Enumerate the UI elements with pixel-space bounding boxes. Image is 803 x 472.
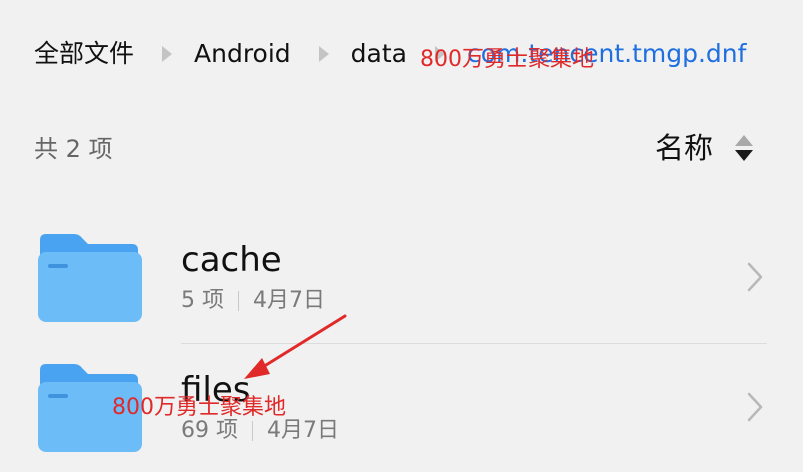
file-meta: 69 项 4月7日 [181, 416, 339, 446]
breadcrumb-data[interactable]: data [351, 34, 407, 74]
breadcrumb: 全部文件 Android data com.tencent.tmgp.dnf [34, 34, 783, 74]
sort-button[interactable]: 名称 [655, 128, 753, 168]
file-item-count: 5 项 [181, 288, 224, 313]
breadcrumb-separator-icon [318, 46, 329, 62]
list-item[interactable]: files 69 项 4月7日 [0, 346, 803, 472]
row-divider [181, 343, 767, 344]
file-name: files [181, 370, 251, 410]
file-browser: 全部文件 Android data com.tencent.tmgp.dnf 共… [0, 0, 803, 472]
file-item-count: 69 项 [181, 418, 238, 443]
breadcrumb-current-folder: com.tencent.tmgp.dnf [466, 39, 747, 68]
breadcrumb-separator-icon [162, 46, 173, 62]
meta-divider [252, 421, 253, 441]
sort-up-down-icon [735, 135, 753, 161]
file-date: 4月7日 [267, 418, 339, 443]
file-name: cache [181, 240, 282, 280]
item-count: 共 2 项 [34, 135, 113, 163]
chevron-right-icon [747, 262, 763, 292]
sort-label: 名称 [654, 131, 713, 165]
folder-icon [38, 364, 142, 452]
breadcrumb-separator-icon [434, 46, 445, 62]
breadcrumb-android[interactable]: Android [194, 34, 291, 74]
folder-icon [38, 234, 142, 322]
breadcrumb-all-files[interactable]: 全部文件 [34, 34, 134, 74]
chevron-right-icon [747, 392, 763, 422]
list-item[interactable]: cache 5 项 4月7日 [0, 216, 803, 346]
file-meta: 5 项 4月7日 [181, 286, 325, 316]
file-date: 4月7日 [253, 288, 325, 313]
meta-divider [238, 291, 239, 311]
